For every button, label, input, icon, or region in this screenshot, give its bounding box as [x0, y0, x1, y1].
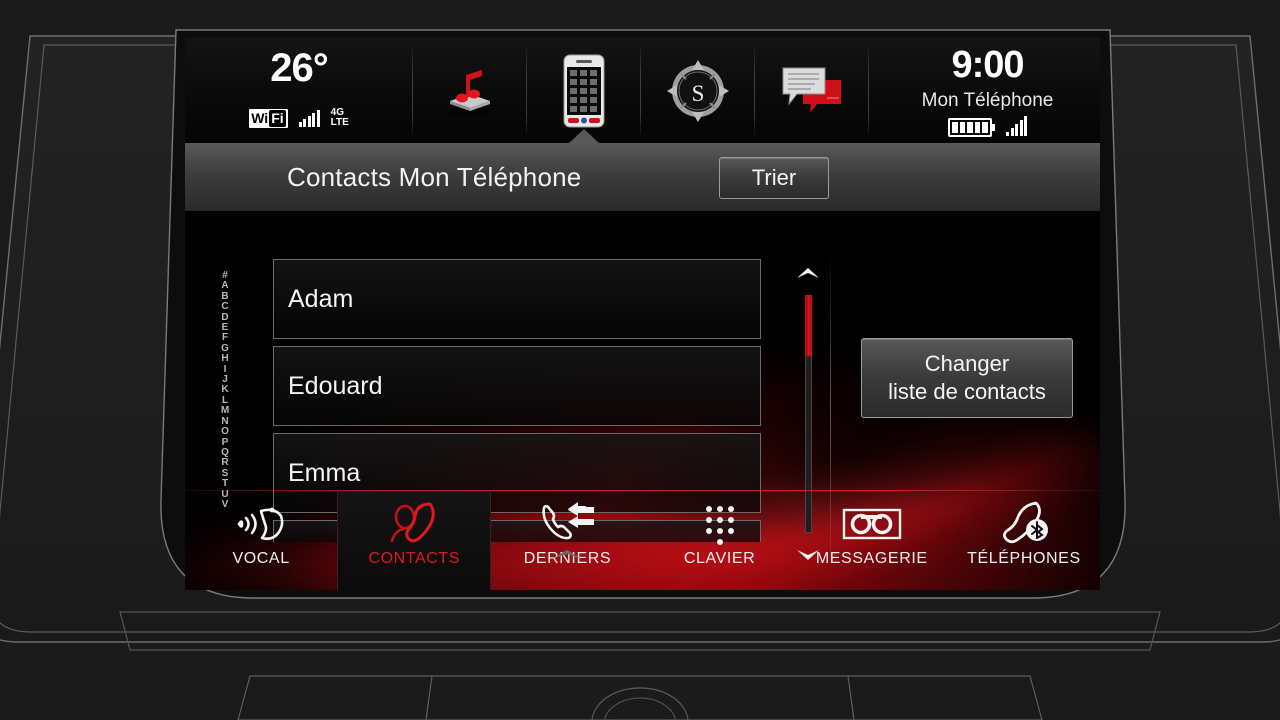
nav-item-vocal[interactable]: VOCAL	[185, 491, 337, 590]
scroll-up-arrow-icon[interactable]	[786, 259, 830, 287]
nav-item-keypad[interactable]: CLAVIER	[644, 491, 796, 590]
sort-button[interactable]: Trier	[719, 157, 829, 199]
call-history-icon	[538, 500, 596, 548]
nav-item-phones[interactable]: TÉLÉPHONES	[948, 491, 1100, 590]
clock: 9:00	[951, 44, 1024, 86]
change-contact-list-button[interactable]: Changer liste de contacts	[861, 338, 1073, 418]
alphabet-index-letter[interactable]: O	[221, 426, 229, 437]
network-type-label: 4G LTE	[330, 107, 349, 128]
page-title: Contacts Mon Téléphone	[287, 162, 582, 192]
voicemail-icon	[842, 500, 902, 548]
status-tab-phone[interactable]	[527, 38, 641, 143]
contact-handset-icon	[386, 500, 442, 548]
nav-label: CLAVIER	[683, 550, 756, 567]
contact-row[interactable]: Adam	[273, 259, 761, 339]
dialpad-icon	[698, 500, 742, 548]
nav-label: VOCAL	[232, 550, 290, 567]
nav-label: MESSAGERIE	[815, 550, 928, 567]
alphabet-index[interactable]: # A B C D E F G H I J K L M N O P Q R S	[215, 270, 235, 510]
scrollbar-thumb[interactable]	[806, 296, 811, 356]
screen-title-bar: Contacts Mon Téléphone Trier	[185, 143, 1100, 211]
outside-temperature: 26°	[270, 46, 329, 90]
wifi-icon: Wi Fi	[249, 108, 288, 128]
contact-name: Adam	[288, 284, 354, 313]
phone-indicators	[875, 116, 1100, 137]
status-tab-messages[interactable]	[755, 38, 869, 143]
status-tab-navigation[interactable]: S	[641, 38, 755, 143]
infotainment-screen: 26° Wi Fi 4G LTE S 9:00 Mon Téléphone Co…	[185, 38, 1100, 590]
alphabet-index-letter[interactable]: T	[222, 478, 228, 489]
bluetooth-phone-icon	[996, 500, 1052, 548]
connectivity-indicators: Wi Fi 4G LTE	[185, 108, 413, 128]
bottom-nav: VOCAL CONTACTS DERNIERS CLAVIER MESSAGER…	[185, 490, 1100, 590]
nav-label: CONTACTS	[368, 550, 461, 567]
battery-icon	[948, 118, 995, 137]
phone-status-cell[interactable]: 9:00 Mon Téléphone	[875, 38, 1100, 143]
music-note-icon	[449, 69, 491, 117]
change-list-line-2: liste de contacts	[888, 379, 1046, 404]
climate-status-cell[interactable]: 26° Wi Fi 4G LTE	[185, 38, 413, 143]
status-bar: 26° Wi Fi 4G LTE S 9:00 Mon Téléphone	[185, 38, 1100, 143]
dashboard-scene: 26° Wi Fi 4G LTE S 9:00 Mon Téléphone Co…	[0, 0, 1280, 720]
voice-command-icon	[235, 500, 287, 548]
speech-bubbles-icon	[782, 67, 841, 113]
nav-item-contacts[interactable]: CONTACTS	[337, 491, 492, 590]
wifi-label-left: Wi	[251, 109, 269, 126]
svg-text:S: S	[692, 81, 705, 106]
phone-signal-icon	[1006, 116, 1027, 136]
contact-name: Edouard	[288, 371, 383, 400]
connected-device-name: Mon Téléphone	[921, 90, 1054, 111]
nav-expand-handle-icon[interactable]	[550, 547, 584, 566]
change-list-line-1: Changer	[924, 351, 1010, 376]
nav-item-voicemail[interactable]: MESSAGERIE	[796, 491, 948, 590]
mobile-phone-icon	[563, 54, 605, 127]
contact-name: Emma	[288, 458, 361, 487]
cellular-signal-icon	[298, 109, 320, 127]
contact-row[interactable]: Edouard	[273, 346, 761, 426]
wifi-label-right: Fi	[269, 109, 286, 127]
status-tab-media[interactable]	[413, 38, 527, 143]
nav-label: TÉLÉPHONES	[967, 550, 1081, 567]
compass-icon: S	[667, 59, 729, 122]
nav-item-recent-calls[interactable]: DERNIERS	[491, 491, 643, 590]
